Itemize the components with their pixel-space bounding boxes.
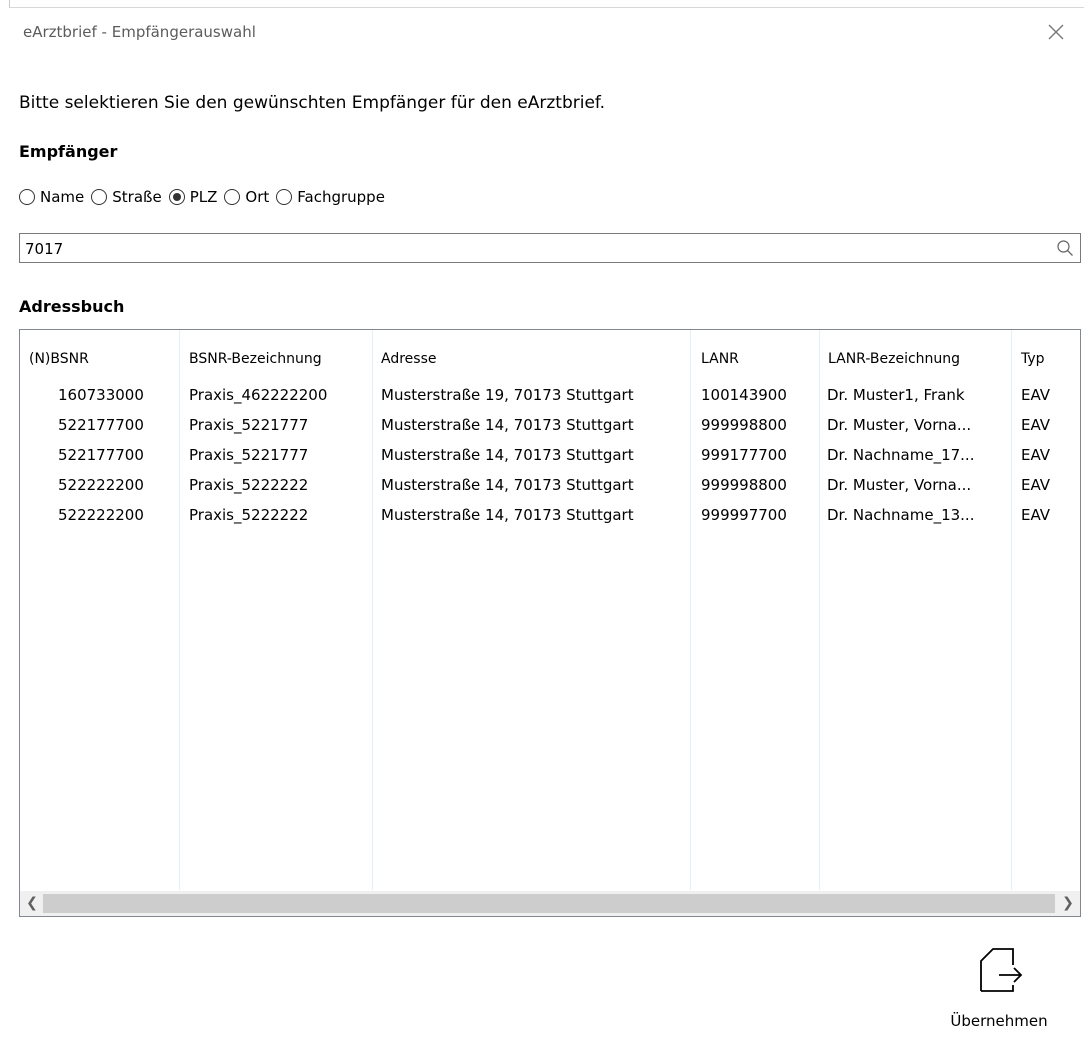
cell-bsnr-bezeichnung[interactable]: Praxis_462222200 — [189, 386, 327, 404]
column-header-lanr[interactable]: LANR — [701, 351, 739, 367]
cell-lanr-bezeichnung[interactable]: Dr. Muster, Vorna... — [827, 476, 971, 494]
cell-adresse[interactable]: Musterstraße 14, 70173 Stuttgart — [381, 506, 634, 524]
radio-strasse[interactable]: Straße — [91, 188, 162, 206]
column-header-bsnr[interactable]: (N)BSNR — [29, 351, 89, 367]
radio-indicator[interactable] — [91, 189, 108, 205]
cell-bsnr-bezeichnung[interactable]: Praxis_5222222 — [189, 476, 308, 494]
cell-typ[interactable]: EAV — [1021, 386, 1050, 404]
scrollbar-thumb[interactable] — [43, 894, 1055, 913]
cell-lanr-bezeichnung[interactable]: Dr. Muster1, Frank — [827, 386, 965, 404]
cell-adresse[interactable]: Musterstraße 14, 70173 Stuttgart — [381, 476, 634, 494]
cell-lanr-bezeichnung[interactable]: Dr. Nachname_13... — [827, 506, 974, 524]
uebernehmen-button[interactable]: Übernehmen — [949, 943, 1049, 1033]
column-divider — [690, 330, 691, 890]
adressbuch-table[interactable]: (N)BSNR BSNR-Bezeichnung Adresse LANR LA… — [19, 329, 1081, 917]
dialog-window: eArztbrief - Empfängerauswahl Bitte sele… — [9, 7, 1084, 1042]
empfaenger-heading: Empfänger — [19, 142, 118, 161]
cell-adresse[interactable]: Musterstraße 14, 70173 Stuttgart — [381, 446, 634, 464]
cell-bsnr-bezeichnung[interactable]: Praxis_5222222 — [189, 506, 308, 524]
cell-lanr[interactable]: 999998800 — [701, 416, 787, 434]
radio-label: PLZ — [189, 188, 218, 206]
radio-label: Straße — [112, 188, 162, 206]
radio-label: Ort — [245, 188, 270, 206]
cell-bsnr[interactable]: 522177700 — [58, 416, 144, 434]
radio-indicator-selected[interactable] — [168, 189, 185, 205]
radio-label: Fachgruppe — [297, 188, 385, 206]
column-header-bsnr-bezeichnung[interactable]: BSNR-Bezeichnung — [189, 351, 322, 367]
uebernehmen-label: Übernehmen — [950, 1012, 1048, 1030]
title-bar: eArztbrief - Empfängerauswahl — [9, 8, 1084, 58]
column-divider — [372, 330, 373, 890]
column-header-adresse[interactable]: Adresse — [381, 351, 436, 367]
cell-typ[interactable]: EAV — [1021, 416, 1050, 434]
radio-indicator[interactable] — [224, 189, 241, 205]
cell-typ[interactable]: EAV — [1021, 446, 1050, 464]
cell-lanr-bezeichnung[interactable]: Dr. Muster, Vorna... — [827, 416, 971, 434]
intro-text: Bitte selektieren Sie den gewünschten Em… — [19, 93, 606, 113]
radio-name[interactable]: Name — [19, 188, 84, 206]
cell-typ[interactable]: EAV — [1021, 476, 1050, 494]
radio-fachgruppe[interactable]: Fachgruppe — [276, 188, 385, 206]
cell-bsnr[interactable]: 522222200 — [58, 506, 144, 524]
search-mode-radio-group: Name Straße PLZ Ort Fachgruppe — [19, 188, 392, 206]
radio-plz[interactable]: PLZ — [168, 188, 218, 206]
radio-label: Name — [40, 188, 85, 206]
cell-bsnr-bezeichnung[interactable]: Praxis_5221777 — [189, 446, 308, 464]
column-divider — [819, 330, 820, 890]
radio-indicator[interactable] — [19, 189, 35, 205]
column-header-typ[interactable]: Typ — [1021, 351, 1045, 367]
cell-adresse[interactable]: Musterstraße 19, 70173 Stuttgart — [381, 386, 634, 404]
search-input[interactable]: 7017 — [19, 233, 1081, 263]
cell-lanr[interactable]: 999998800 — [701, 476, 787, 494]
close-icon[interactable] — [1044, 20, 1068, 44]
horizontal-scrollbar[interactable]: ❮ ❯ — [20, 891, 1080, 916]
chevron-right-icon[interactable]: ❯ — [1058, 894, 1078, 913]
chevron-left-icon[interactable]: ❮ — [22, 894, 42, 913]
search-icon[interactable] — [1056, 239, 1074, 257]
document-export-icon[interactable] — [979, 947, 1023, 993]
radio-indicator[interactable] — [276, 189, 293, 205]
adressbuch-heading: Adressbuch — [19, 297, 125, 316]
cell-typ[interactable]: EAV — [1021, 506, 1050, 524]
cell-bsnr[interactable]: 160733000 — [58, 386, 144, 404]
radio-ort[interactable]: Ort — [224, 188, 269, 206]
column-divider — [1011, 330, 1012, 890]
column-header-lanr-bezeichnung[interactable]: LANR-Bezeichnung — [828, 351, 960, 367]
cell-lanr[interactable]: 100143900 — [701, 386, 787, 404]
search-value[interactable]: 7017 — [25, 240, 63, 258]
cell-bsnr[interactable]: 522222200 — [58, 476, 144, 494]
cell-lanr[interactable]: 999177700 — [701, 446, 787, 464]
cell-adresse[interactable]: Musterstraße 14, 70173 Stuttgart — [381, 416, 634, 434]
cell-bsnr[interactable]: 522177700 — [58, 446, 144, 464]
window-title: eArztbrief - Empfängerauswahl — [23, 23, 256, 41]
cell-bsnr-bezeichnung[interactable]: Praxis_5221777 — [189, 416, 308, 434]
column-divider — [179, 330, 180, 890]
cell-lanr-bezeichnung[interactable]: Dr. Nachname_17... — [827, 446, 974, 464]
cell-lanr[interactable]: 999997700 — [701, 506, 787, 524]
